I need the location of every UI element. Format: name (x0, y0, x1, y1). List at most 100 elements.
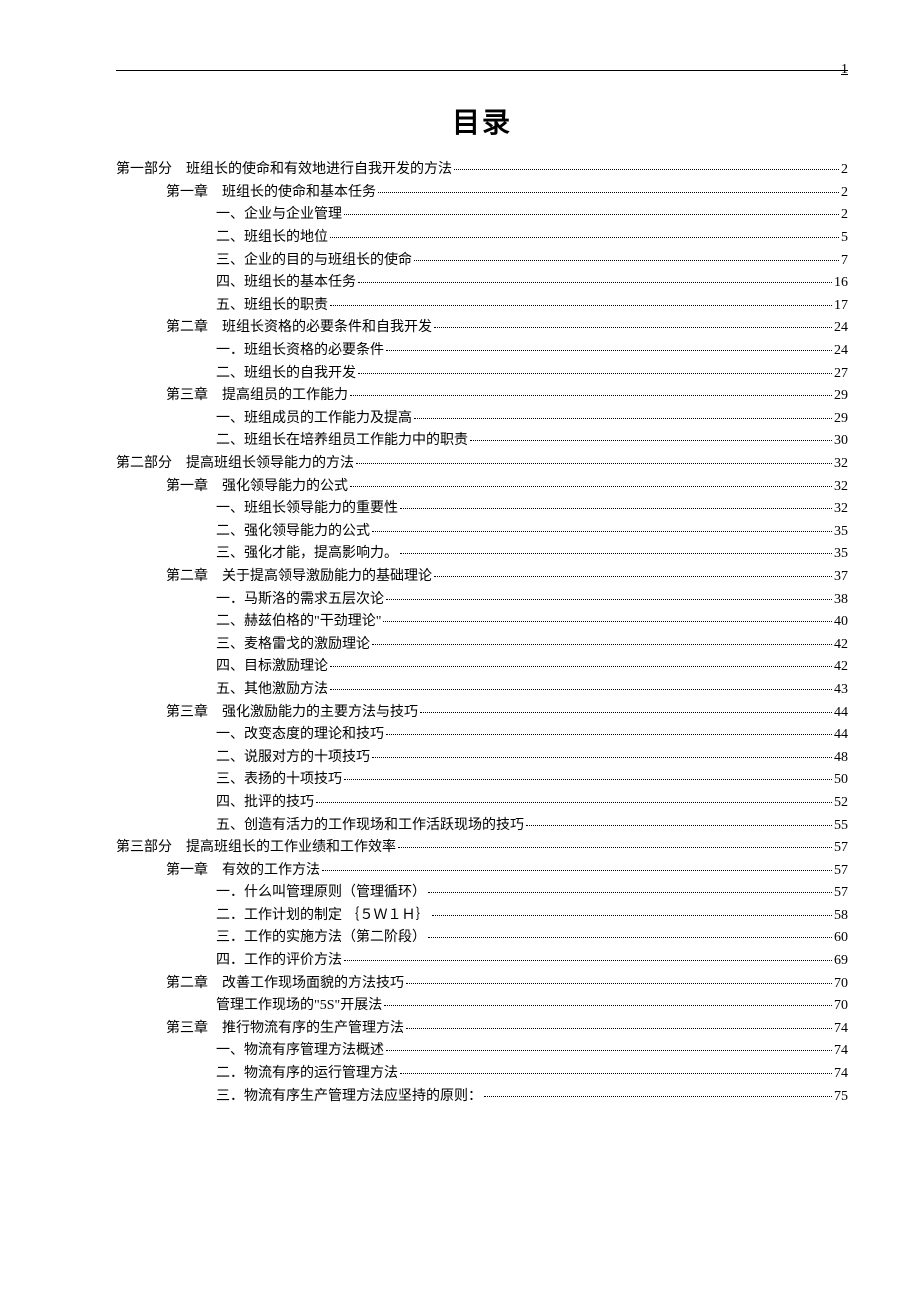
toc-entry: 二、赫兹伯格的"干劲理论"40 (116, 611, 848, 634)
toc-entry-page: 48 (834, 751, 848, 765)
toc-entry-label: 第二部分提高班组长领导能力的方法 (116, 457, 354, 471)
toc-entry: 二、班组长的地位 5 (116, 227, 848, 250)
toc-entry-label: 一、改变态度的理论和技巧 (216, 728, 384, 742)
toc-leader-dots (398, 847, 832, 848)
toc-entry-page: 32 (834, 502, 848, 516)
toc-leader-dots (350, 486, 832, 487)
toc-entry-page: 35 (834, 547, 848, 561)
toc-entry-prefix: 一、 (216, 501, 244, 516)
toc-entry: 第二章班组长资格的必要条件和自我开发24 (116, 317, 848, 340)
toc-entry-page: 29 (834, 412, 848, 426)
toc-entry-page: 44 (834, 706, 848, 720)
toc-entry-text: 强化激励能力的主要方法与技巧 (222, 705, 418, 720)
toc-entry-prefix: 第二章 (166, 320, 208, 335)
toc-entry-label: 二．工作计划的制定 ｛５Ｗ１Ｈ｝ (216, 909, 430, 923)
toc-entry: 二、班组长在培养组员工作能力中的职责30 (116, 430, 848, 453)
toc-leader-dots (526, 825, 832, 826)
toc-entry: 五、其他激励方法43 (116, 679, 848, 702)
toc-entry-page: 52 (834, 796, 848, 810)
toc-entry-prefix: 二、 (216, 524, 244, 539)
toc-entry-text: 班组长领导能力的重要性 (244, 501, 398, 516)
top-rule (116, 70, 848, 71)
toc-leader-dots (316, 802, 832, 803)
toc-leader-dots (400, 508, 832, 509)
toc-entry-prefix: 一． (216, 343, 244, 358)
toc-leader-dots (406, 1028, 832, 1029)
toc-entry-page: 5 (841, 231, 848, 245)
toc-entry-prefix: 二、 (216, 433, 244, 448)
toc-leader-dots (428, 892, 832, 893)
toc-entry: 一、企业与企业管理2 (116, 204, 848, 227)
toc-entry: 五、班组长的职责17 (116, 295, 848, 318)
toc-entry-prefix: 第三部分 (116, 840, 172, 855)
toc-entry-page: 42 (834, 660, 848, 674)
toc-entry-page: 70 (834, 999, 848, 1013)
toc-entry: 一．马斯洛的需求五层次论38 (116, 588, 848, 611)
toc-entry: 三．物流有序生产管理方法应坚持的原则： 75 (116, 1085, 848, 1108)
toc-entry-text: 物流有序管理方法概述 (244, 1043, 384, 1058)
toc-entry-prefix: 三． (216, 930, 244, 945)
toc-entry-page: 74 (834, 1044, 848, 1058)
toc-entry-text: 物流有序生产管理方法应坚持的原则： (244, 1089, 482, 1104)
toc-entry-label: 四．工作的评价方法 (216, 954, 342, 968)
toc-entry: 二、强化领导能力的公式35 (116, 521, 848, 544)
toc-entry-text: 班组成员的工作能力及提高 (244, 411, 412, 426)
toc-entry-label: 四、班组长的基本任务 (216, 276, 356, 290)
toc-leader-dots (372, 644, 832, 645)
toc-entry-page: 44 (834, 728, 848, 742)
toc-entry-label: 三．工作的实施方法（第二阶段） (216, 931, 426, 945)
toc-leader-dots (358, 373, 832, 374)
toc-leader-dots (454, 169, 839, 170)
toc-entry: 第一章有效的工作方法57 (116, 859, 848, 882)
toc-entry-page: 35 (834, 525, 848, 539)
toc-entry-label: 四、批评的技巧 (216, 796, 314, 810)
toc-entry: 二．工作计划的制定 ｛５Ｗ１Ｈ｝58 (116, 905, 848, 928)
toc-entry: 一．什么叫管理原则（管理循环）57 (116, 882, 848, 905)
toc-leader-dots (428, 937, 832, 938)
toc-entry-label: 一．什么叫管理原则（管理循环） (216, 886, 426, 900)
toc-leader-dots (330, 666, 832, 667)
toc-entry: 第二部分提高班组长领导能力的方法32 (116, 453, 848, 476)
toc-entry-label: 五、班组长的职责 (216, 299, 328, 313)
toc-entry-text: 工作的评价方法 (244, 953, 342, 968)
toc-leader-dots (383, 621, 832, 622)
toc-entry: 第三章提高组员的工作能力29 (116, 385, 848, 408)
toc-entry-text: 班组长的地位 (244, 230, 328, 245)
toc-entry-text: 班组长的职责 (244, 298, 328, 313)
toc-entry-label: 二、班组长的地位 (216, 231, 328, 245)
toc-entry-page: 40 (834, 615, 848, 629)
toc-entry: 第一章强化领导能力的公式32 (116, 475, 848, 498)
toc-entry-prefix: 四． (216, 953, 244, 968)
toc-entry-text: 说服对方的十项技巧 (244, 750, 370, 765)
toc-entry-page: 75 (834, 1090, 848, 1104)
toc-leader-dots (330, 305, 832, 306)
toc-entry-label: 二、班组长的自我开发 (216, 367, 356, 381)
toc-leader-dots (406, 983, 832, 984)
toc-leader-dots (358, 282, 832, 283)
toc-entry-page: 69 (834, 954, 848, 968)
toc-entry-page: 42 (834, 638, 848, 652)
toc-entry-label: 第二章班组长资格的必要条件和自我开发 (166, 321, 432, 335)
toc-entry-prefix: 二、 (216, 366, 244, 381)
toc-entry-label: 五、创造有活力的工作现场和工作活跃现场的技巧 (216, 819, 524, 833)
toc-entry-label: 第二章改善工作现场面貌的方法技巧 (166, 977, 404, 991)
toc-entry-prefix: 二、 (216, 614, 244, 629)
toc-entry: 第三章推行物流有序的生产管理方法74 (116, 1018, 848, 1041)
toc-entry-page: 55 (834, 819, 848, 833)
toc-entry-label: 四、目标激励理论 (216, 660, 328, 674)
toc-entry-text: 提高班组长的工作业绩和工作效率 (186, 840, 396, 855)
toc-entry-text: 有效的工作方法 (222, 863, 320, 878)
toc-entry-prefix: 一、 (216, 727, 244, 742)
toc-entry-page: 74 (834, 1067, 848, 1081)
toc-entry-text: 工作的实施方法（第二阶段） (244, 930, 426, 945)
toc-leader-dots (484, 1096, 832, 1097)
toc-entry-prefix: 四、 (216, 795, 244, 810)
toc-entry-prefix: 二． (216, 908, 244, 923)
toc-entry-label: 第三章提高组员的工作能力 (166, 389, 348, 403)
toc-entry-page: 2 (841, 163, 848, 177)
toc-entry-text: 马斯洛的需求五层次论 (244, 592, 384, 607)
toc-entry-prefix: 三、 (216, 546, 244, 561)
toc-entry-label: 三．物流有序生产管理方法应坚持的原则： (216, 1090, 482, 1104)
toc-entry-label: 一、企业与企业管理 (216, 208, 342, 222)
toc-entry-label: 第一章班组长的使命和基本任务 (166, 186, 376, 200)
